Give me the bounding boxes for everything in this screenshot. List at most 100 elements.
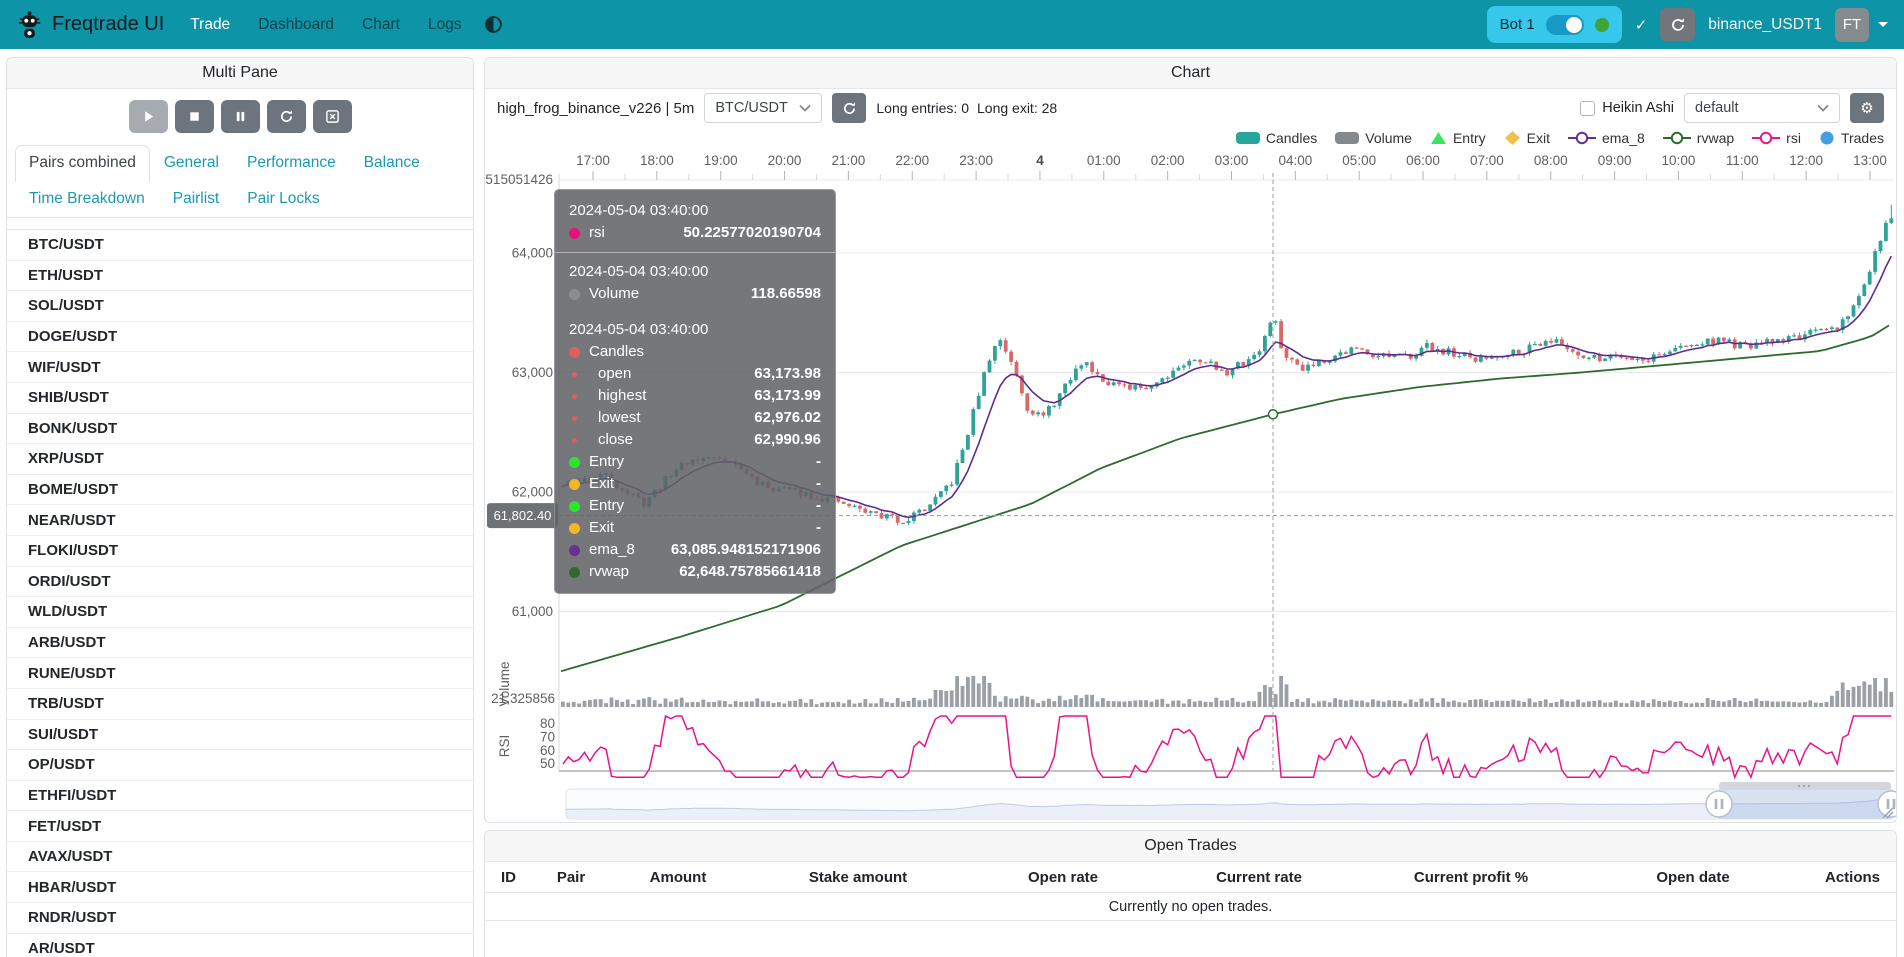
sidebar-tabs: Pairs combinedGeneralPerformanceBalance …	[7, 145, 473, 218]
pair-row-near-usdt[interactable]: NEAR/USDT	[7, 505, 473, 536]
svg-text:4: 4	[1036, 153, 1044, 168]
pair-row-wld-usdt[interactable]: WLD/USDT	[7, 597, 473, 628]
remove-chart-icon	[325, 109, 340, 124]
pair-row-ordi-usdt[interactable]: ORDI/USDT	[7, 567, 473, 598]
tooltip-series-label: Volume	[589, 283, 639, 305]
svg-text:20:00: 20:00	[768, 153, 802, 168]
legend-item-rsi[interactable]: rsi	[1752, 130, 1801, 146]
pair-row-rndr-usdt[interactable]: RNDR/USDT	[7, 903, 473, 934]
tab-general[interactable]: General	[150, 145, 233, 181]
bot-label: Bot 1	[1500, 16, 1535, 33]
tooltip-divider	[555, 252, 835, 253]
volume-bars	[561, 676, 1893, 707]
nav-item-trade[interactable]: Trade	[190, 16, 230, 34]
tooltip-date: 2024-05-04 03:40:00	[569, 261, 821, 283]
refresh-bot-button[interactable]	[1660, 8, 1695, 41]
legend-item-ema-8[interactable]: ema_8	[1568, 130, 1645, 146]
legend-item-volume[interactable]: Volume	[1335, 130, 1412, 146]
playback-controls	[7, 89, 473, 145]
remove-chart-button[interactable]	[313, 100, 352, 133]
chevron-down-icon	[799, 104, 811, 112]
series-dot	[569, 347, 580, 358]
chart-toolbar: high_frog_binance_v226 | 5m BTC/USDT Lon…	[485, 89, 1896, 127]
pair-row-avax-usdt[interactable]: AVAX/USDT	[7, 842, 473, 873]
pair-row-fet-usdt[interactable]: FET/USDT	[7, 811, 473, 842]
plot-config-select[interactable]: default	[1684, 93, 1840, 123]
chart-refresh-button[interactable]	[832, 93, 866, 123]
caret-down-icon[interactable]	[1878, 22, 1888, 32]
pair-row-sol-usdt[interactable]: SOL/USDT	[7, 291, 473, 322]
heikin-ashi-label: Heikin Ashi	[1602, 100, 1674, 116]
col-actions: Actions	[1809, 869, 1896, 886]
pair-row-sui-usdt[interactable]: SUI/USDT	[7, 720, 473, 751]
avatar[interactable]: FT	[1835, 8, 1869, 42]
legend-item-exit[interactable]: Exit	[1504, 130, 1550, 146]
pair-row-doge-usdt[interactable]: DOGE/USDT	[7, 322, 473, 353]
legend-label: ema_8	[1602, 130, 1645, 146]
legend-item-rvwap[interactable]: rvwap	[1663, 130, 1734, 146]
refresh-button[interactable]	[267, 100, 306, 133]
pair-row-floki-usdt[interactable]: FLOKI/USDT	[7, 536, 473, 567]
pair-row-bome-usdt[interactable]: BOME/USDT	[7, 475, 473, 506]
pair-row-ar-usdt[interactable]: AR/USDT	[7, 934, 473, 957]
tooltip-series-value: 50.22577020190704	[683, 222, 821, 244]
open-trades-panel: Open Trades IDPairAmountStake amountOpen…	[484, 830, 1897, 957]
pair-row-wif-usdt[interactable]: WIF/USDT	[7, 352, 473, 383]
check-icon: ✓	[1635, 16, 1648, 34]
pause-icon	[233, 109, 248, 124]
pair-row-arb-usdt[interactable]: ARB/USDT	[7, 628, 473, 659]
datazoom-slider[interactable]	[566, 782, 1897, 819]
tab-pair-locks[interactable]: Pair Locks	[233, 181, 333, 217]
pair-row-xrp-usdt[interactable]: XRP/USDT	[7, 444, 473, 475]
tooltip-row-open: open63,173.98	[569, 363, 821, 385]
legend-label: Volume	[1365, 130, 1412, 146]
pair-row-rune-usdt[interactable]: RUNE/USDT	[7, 658, 473, 689]
pair-row-op-usdt[interactable]: OP/USDT	[7, 750, 473, 781]
trades-empty-message: Currently no open trades.	[485, 893, 1896, 921]
tab-time-breakdown[interactable]: Time Breakdown	[15, 181, 159, 217]
tooltip-row-lowest: lowest62,976.02	[569, 407, 821, 429]
pause-button[interactable]	[221, 100, 260, 133]
series-dot	[572, 438, 577, 443]
svg-text:Volume: Volume	[497, 661, 512, 706]
legend-label: Entry	[1453, 130, 1486, 146]
legend-item-trades[interactable]: Trades	[1819, 130, 1884, 146]
plot-config-value: default	[1695, 100, 1739, 116]
chart-plot-area: 64,00063,00062,00061,00051505142617:0018…	[485, 149, 1896, 823]
pair-row-bonk-usdt[interactable]: BONK/USDT	[7, 414, 473, 445]
bot-selector[interactable]: Bot 1	[1487, 6, 1622, 43]
nav-item-logs[interactable]: Logs	[428, 16, 462, 34]
pair-row-trb-usdt[interactable]: TRB/USDT	[7, 689, 473, 720]
pair-row-hbar-usdt[interactable]: HBAR/USDT	[7, 872, 473, 903]
tooltip-series-label: Exit	[589, 517, 614, 539]
svg-text:11:00: 11:00	[1726, 153, 1759, 168]
pair-row-eth-usdt[interactable]: ETH/USDT	[7, 261, 473, 292]
nav-item-chart[interactable]: Chart	[362, 16, 400, 34]
pair-select[interactable]: BTC/USDT	[704, 93, 822, 123]
pair-row-btc-usdt[interactable]: BTC/USDT	[7, 230, 473, 261]
pair-row-ethfi-usdt[interactable]: ETHFI/USDT	[7, 781, 473, 812]
legend-label: Trades	[1841, 130, 1884, 146]
tooltip-series-value: 63,085.948152171906	[671, 539, 821, 561]
col-current-rate: Current rate	[1153, 869, 1365, 886]
tab-pairs-combined[interactable]: Pairs combined	[15, 145, 150, 182]
legend-label: rvwap	[1697, 130, 1734, 146]
series-dot	[569, 523, 580, 534]
legend-item-entry[interactable]: Entry	[1430, 130, 1486, 146]
play-icon	[141, 109, 156, 124]
stop-button[interactable]	[175, 100, 214, 133]
tooltip-series-value: 62,976.02	[754, 407, 821, 429]
nav-item-dashboard[interactable]: Dashboard	[258, 16, 334, 34]
legend-item-candles[interactable]: Candles	[1236, 130, 1317, 146]
bot-toggle[interactable]	[1546, 15, 1584, 35]
datazoom-left-handle[interactable]	[1706, 791, 1732, 817]
heikin-ashi-checkbox[interactable]	[1580, 101, 1595, 116]
tab-performance[interactable]: Performance	[233, 145, 350, 181]
rvwap-hover-marker	[1269, 410, 1278, 419]
tab-balance[interactable]: Balance	[350, 145, 434, 181]
tab-pairlist[interactable]: Pairlist	[159, 181, 234, 217]
theme-toggle-icon[interactable]	[484, 15, 503, 34]
chart-panel-header: Chart	[485, 58, 1896, 89]
plot-settings-button[interactable]: ⚙	[1850, 93, 1884, 123]
pair-row-shib-usdt[interactable]: SHIB/USDT	[7, 383, 473, 414]
